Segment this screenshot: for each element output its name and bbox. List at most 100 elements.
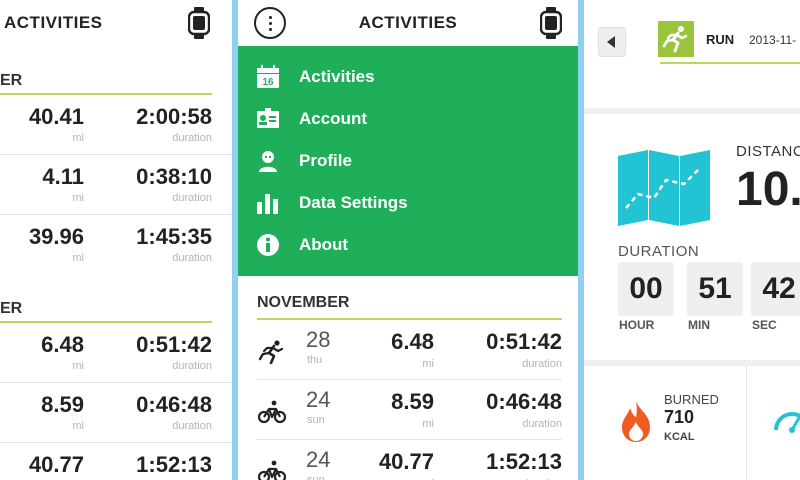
activity-list: NOVEMBER 28 thu 6.48 mi 0:51:42 duration bbox=[238, 276, 578, 480]
distance-label: DISTANC bbox=[736, 143, 800, 160]
distance-value: 6.48 bbox=[391, 329, 434, 354]
activity-row[interactable]: 24 sun 40.77 mi 1:52:13 duration bbox=[257, 440, 562, 480]
activity-date: 2013-11- bbox=[749, 33, 797, 47]
duration-value: 0:51:42 bbox=[136, 332, 212, 357]
header-title: ACTIVITIES bbox=[358, 13, 458, 32]
section-separator bbox=[584, 108, 800, 114]
distance-value: 40.77 bbox=[378, 449, 434, 474]
minutes-box: 51 bbox=[687, 262, 743, 316]
burned-value: 710 bbox=[664, 407, 695, 427]
runner-icon bbox=[662, 26, 688, 53]
drawer-item-about[interactable]: About bbox=[238, 225, 578, 265]
distance-value: 40.41 bbox=[28, 104, 84, 129]
day-number: 24 bbox=[306, 387, 331, 412]
day-number: 24 bbox=[306, 447, 331, 472]
middle-screen: ACTIVITIES 16 Activities Account Profile… bbox=[238, 0, 578, 480]
drawer-item-account[interactable]: Account bbox=[238, 99, 578, 139]
map-icon bbox=[618, 150, 710, 226]
watch-icon[interactable] bbox=[188, 6, 210, 40]
activity-row[interactable]: 8.59 mi 0:46:48 duration bbox=[0, 383, 232, 443]
month-heading: ER bbox=[0, 300, 23, 317]
duration-value: 1:52:13 bbox=[136, 452, 212, 477]
stat-divider bbox=[746, 366, 747, 480]
id-card-icon bbox=[257, 108, 279, 128]
duration-value: 0:38:10 bbox=[136, 164, 212, 189]
duration-unit: duration bbox=[172, 360, 212, 372]
run-badge bbox=[658, 21, 694, 57]
burned-unit: KCAL bbox=[664, 431, 695, 443]
duration-value: 1:45:35 bbox=[136, 224, 212, 249]
drawer-item-profile[interactable]: Profile bbox=[238, 141, 578, 181]
duration-unit: duration bbox=[172, 252, 212, 264]
drawer-item-data-settings[interactable]: Data Settings bbox=[238, 183, 578, 223]
duration-unit: duration bbox=[172, 420, 212, 432]
month-heading: NOVEMBER bbox=[257, 294, 350, 311]
watch-icon[interactable] bbox=[540, 6, 562, 40]
left-screen: ACTIVITIES ER 40.41 mi 2:00:58 duration … bbox=[0, 0, 232, 480]
activity-row[interactable]: 39.96 mi 1:45:35 duration bbox=[0, 215, 232, 275]
distance-value: 6.48 bbox=[41, 332, 84, 357]
burned-label: BURNED bbox=[664, 392, 719, 407]
activity-row[interactable]: 6.48 mi 0:51:42 duration bbox=[0, 323, 232, 383]
day-of-week: thu bbox=[307, 354, 323, 366]
navigation-drawer: 16 Activities Account Profile Data Setti… bbox=[238, 46, 578, 276]
drawer-item-label: About bbox=[299, 235, 349, 254]
person-icon bbox=[259, 151, 277, 172]
drawer-item-label: Account bbox=[299, 109, 367, 128]
day-of-week: sun bbox=[307, 474, 325, 480]
back-button[interactable] bbox=[598, 27, 626, 57]
speedometer-icon bbox=[774, 412, 800, 433]
bike-icon bbox=[257, 460, 287, 480]
duration-value: 2:00:58 bbox=[136, 104, 212, 129]
duration-unit: duration bbox=[522, 418, 562, 430]
header-divider bbox=[660, 62, 800, 64]
duration-label: DURATION bbox=[618, 243, 700, 260]
drawer-item-activities[interactable]: 16 Activities bbox=[238, 57, 578, 97]
duration-value: 0:51:42 bbox=[486, 329, 562, 354]
calendar-date: 16 bbox=[262, 77, 274, 88]
day-of-week: sun bbox=[307, 414, 325, 426]
distance-unit: mi bbox=[72, 252, 84, 264]
duration-value: 1:52:13 bbox=[486, 449, 562, 474]
distance-value: 8.59 bbox=[391, 389, 434, 414]
distance-value: 4.11 bbox=[42, 164, 84, 189]
seconds-value: 42 bbox=[762, 272, 796, 305]
minutes-value: 51 bbox=[698, 272, 732, 305]
hours-caption: HOUR bbox=[619, 318, 655, 332]
middle-screen-frame: ACTIVITIES 16 Activities Account Profile… bbox=[232, 0, 584, 480]
day-number: 28 bbox=[306, 327, 331, 352]
activity-row[interactable]: 24 sun 8.59 mi 0:46:48 duration bbox=[257, 380, 562, 440]
distance-value: 10. bbox=[736, 163, 800, 216]
distance-value: 40.77 bbox=[28, 452, 84, 477]
month-heading: ER bbox=[0, 72, 23, 89]
distance-unit: mi bbox=[72, 132, 84, 144]
flame-icon bbox=[622, 400, 650, 442]
duration-unit: duration bbox=[522, 358, 562, 370]
runner-icon bbox=[258, 340, 284, 364]
distance-value: 39.96 bbox=[28, 224, 84, 249]
minutes-caption: MIN bbox=[688, 318, 710, 332]
header-title: ACTIVITIES bbox=[4, 13, 103, 32]
duration-value: 0:46:48 bbox=[486, 389, 562, 414]
drawer-item-label: Activities bbox=[299, 67, 375, 86]
activity-row[interactable]: 4.11 mi 0:38:10 duration bbox=[0, 155, 232, 215]
distance-unit: mi bbox=[422, 418, 434, 430]
duration-unit: duration bbox=[172, 192, 212, 204]
activity-type: RUN bbox=[706, 32, 735, 47]
seconds-caption: SEC bbox=[752, 318, 777, 332]
activity-row[interactable]: 28 thu 6.48 mi 0:51:42 duration bbox=[257, 320, 562, 380]
drawer-item-label: Data Settings bbox=[299, 193, 408, 212]
duration-unit: duration bbox=[172, 132, 212, 144]
calendar-icon: 16 bbox=[257, 65, 279, 88]
seconds-box: 42 bbox=[751, 262, 800, 316]
app-header: ACTIVITIES bbox=[0, 0, 232, 46]
activity-row[interactable]: 40.41 mi 2:00:58 duration bbox=[0, 95, 232, 155]
drawer-item-label: Profile bbox=[299, 151, 352, 170]
activity-row[interactable]: 40.77 mi 1:52:13 duration bbox=[0, 443, 232, 480]
bike-icon bbox=[257, 400, 287, 424]
app-header: ACTIVITIES bbox=[238, 0, 578, 46]
duration-value: 0:46:48 bbox=[136, 392, 212, 417]
hours-value: 00 bbox=[629, 272, 663, 305]
distance-unit: mi bbox=[72, 192, 84, 204]
distance-value: 8.59 bbox=[41, 392, 84, 417]
